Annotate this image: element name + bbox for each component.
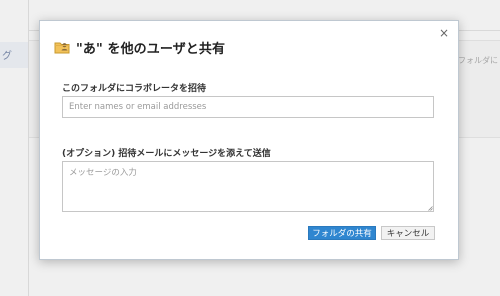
message-textarea[interactable]: [62, 161, 434, 212]
message-label: (オプション) 招待メールにメッセージを添えて送信: [62, 149, 271, 159]
shared-folder-icon: [54, 42, 70, 54]
share-folder-button[interactable]: フォルダの共有: [308, 226, 376, 240]
dialog-header: "あ" を他のユーザと共有: [54, 38, 428, 57]
dialog-title: "あ" を他のユーザと共有: [76, 41, 226, 57]
share-dialog: × "あ" を他のユーザと共有 このフォルダにコラボレータを招待 (オプション)…: [39, 20, 459, 260]
close-icon[interactable]: ×: [437, 26, 451, 40]
collaborator-label: このフォルダにコラボレータを招待: [62, 84, 207, 94]
collaborator-input[interactable]: [62, 96, 434, 118]
cancel-button[interactable]: キャンセル: [381, 226, 435, 240]
